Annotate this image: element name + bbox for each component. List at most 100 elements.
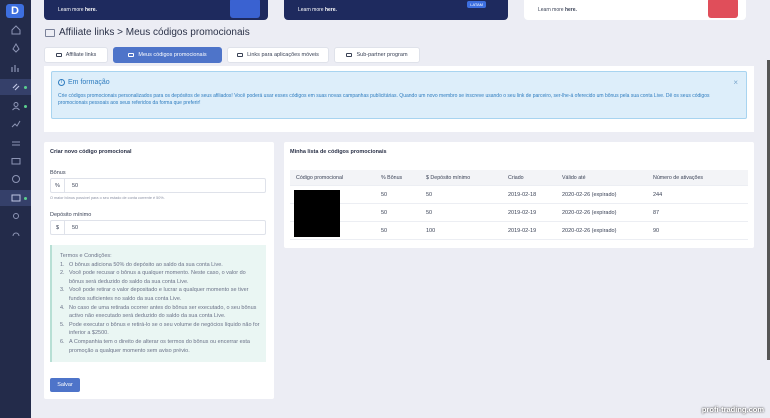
cell-valid: 2020-02-26 (expirado) [562, 209, 617, 216]
terms-item: 5. Pode executar o bônus e retirá-lo se o… [60, 321, 260, 338]
trend-icon[interactable] [0, 116, 31, 132]
cell-deposit: 100 [426, 227, 436, 234]
promo-banner-3[interactable]: Learn more here. [524, 0, 746, 20]
terms-num: 6. [60, 338, 65, 345]
deposit-field[interactable]: $ 50 [50, 220, 266, 235]
cell-created: 2019-02-19 [508, 227, 537, 234]
terms-text: Você pode retirar o valor depositado e l… [69, 287, 249, 302]
watermark: profi-trading.com [701, 405, 764, 414]
tab-promo-codes[interactable]: Meus códigos promocionais [113, 47, 222, 63]
tab-affiliate-links[interactable]: Affiliate links [44, 47, 108, 63]
col-header-deposit: $ Depósito mínimo [426, 174, 471, 181]
card-header: Criar novo código promocional [50, 149, 132, 155]
cell-activations: 87 [653, 209, 660, 216]
card-header: Minha lista de códigos promocionais [290, 149, 387, 155]
terms-item: 3. Você pode retirar o valor depositado e… [60, 286, 260, 303]
col-header-valid: Válido até [562, 174, 586, 181]
cell-created: 2019-02-19 [508, 209, 537, 216]
info-alert: i Em formação Crie códigos promocionais p… [51, 71, 747, 119]
tab-label: Links para aplicações móveis [247, 52, 319, 58]
bonus-input[interactable]: 50 [65, 179, 78, 192]
cell-valid: 2020-02-26 (expirado) [562, 227, 617, 234]
tab-label: Meus códigos promocionais [138, 52, 207, 58]
phone-icon [237, 53, 244, 57]
table-row: 50 100 2019-02-19 2020-02-26 (expirado) … [290, 222, 748, 240]
tab-mobile-links[interactable]: Links para aplicações móveis [227, 47, 329, 63]
redacted-codes [294, 190, 340, 237]
settings-icon[interactable] [0, 208, 31, 224]
transfer-icon[interactable] [0, 135, 31, 151]
wallet-icon[interactable] [0, 153, 31, 169]
cell-deposit: 50 [426, 191, 433, 198]
info-title-row: i Em formação [58, 79, 110, 86]
bonus-label: Bônus [50, 170, 66, 176]
tab-bar: Affiliate links Meus códigos promocionai… [44, 47, 425, 63]
terms-num: 2. [60, 270, 65, 277]
bonus-hint: O maior bônus possível para o seu estado… [50, 196, 165, 200]
active-dot [24, 86, 27, 89]
banner-link[interactable]: here. [565, 7, 577, 13]
partner-icon [346, 53, 353, 57]
terms-box: Termos e Condições: 1. O bônus adiciona 5… [50, 245, 266, 362]
cell-bonus: 50 [381, 191, 388, 198]
link-icon[interactable] [0, 79, 31, 95]
terms-num: 1. [60, 261, 65, 268]
table-row: 50 50 2019-02-19 2020-02-26 (expirado) 8… [290, 204, 748, 222]
bonus-field[interactable]: % 50 [50, 178, 266, 193]
terms-text: O bônus adiciona 50% do depósito ao sald… [69, 261, 223, 268]
card-icon[interactable] [0, 190, 31, 206]
promo-banner-1[interactable]: Learn more here. [44, 0, 268, 20]
close-icon[interactable]: × [733, 78, 738, 87]
percent-prefix: % [51, 179, 65, 192]
terms-num: 5. [60, 321, 65, 328]
col-header-bonus: % Bônus [381, 174, 403, 181]
sidebar: D [0, 0, 31, 418]
info-title: Em formação [68, 79, 110, 86]
chart-icon[interactable] [0, 60, 31, 76]
info-panel: i Em formação Crie códigos promocionais p… [44, 66, 754, 132]
terms-item: 1. O bônus adiciona 50% do depósito ao sa… [60, 261, 260, 270]
deposit-label: Depósito mínimo [50, 212, 92, 218]
support-icon[interactable] [0, 227, 31, 243]
status-dot [24, 105, 27, 108]
banner-link[interactable]: here. [85, 7, 97, 13]
col-header-created: Criado [508, 174, 524, 181]
active-dot-2 [24, 197, 27, 200]
promo-banner-2[interactable]: Learn more here. LATAM [284, 0, 508, 20]
user-icon[interactable] [0, 98, 31, 114]
tab-sub-partner[interactable]: Sub-partner program [334, 47, 420, 63]
home-icon[interactable] [0, 22, 31, 38]
deposit-input[interactable]: 50 [65, 221, 78, 234]
cell-bonus: 50 [381, 209, 388, 216]
promo-list-card: Minha lista de códigos promocionais Códi… [284, 142, 754, 248]
terms-text: Você pode recusar o bônus a qualquer mom… [69, 270, 246, 285]
info-text: Crie códigos promocionais personalizados… [58, 93, 710, 106]
table-header: Código promocional % Bônus $ Depósito mí… [290, 170, 748, 186]
save-button[interactable]: Salvar [50, 378, 80, 392]
banner-graphic [708, 0, 738, 18]
page-title: Affiliate links > Meus códigos promocion… [59, 27, 250, 38]
banner-text: Learn more [298, 7, 325, 13]
banner-link[interactable]: here. [325, 7, 337, 13]
page-title-row: Affiliate links > Meus códigos promocion… [45, 27, 250, 38]
terms-title: Termos e Condições: [60, 253, 112, 259]
banner-graphic [230, 0, 260, 18]
tab-label: Sub-partner program [356, 52, 408, 58]
col-header-code: Código promocional [296, 174, 344, 181]
cell-created: 2019-02-18 [508, 191, 537, 198]
terms-text: No caso de uma retirada ocorrer antes do… [69, 304, 257, 320]
link-icon [55, 53, 62, 57]
terms-item: 6. A Companhia tem o direito de alterar o… [60, 338, 260, 355]
info-icon: i [58, 79, 65, 86]
logo-icon[interactable]: D [6, 4, 24, 18]
cell-activations: 90 [653, 227, 660, 234]
col-header-activations: Número de ativações [653, 174, 704, 181]
terms-item: 2. Você pode recusar o bônus a qualquer m… [60, 269, 260, 286]
stats-icon[interactable] [0, 171, 31, 187]
tab-label: Affiliate links [65, 52, 97, 58]
dollar-prefix: $ [51, 221, 65, 234]
cell-bonus: 50 [381, 227, 388, 234]
latam-badge: LATAM [467, 1, 486, 8]
rocket-icon[interactable] [0, 40, 31, 56]
cell-activations: 244 [653, 191, 663, 198]
